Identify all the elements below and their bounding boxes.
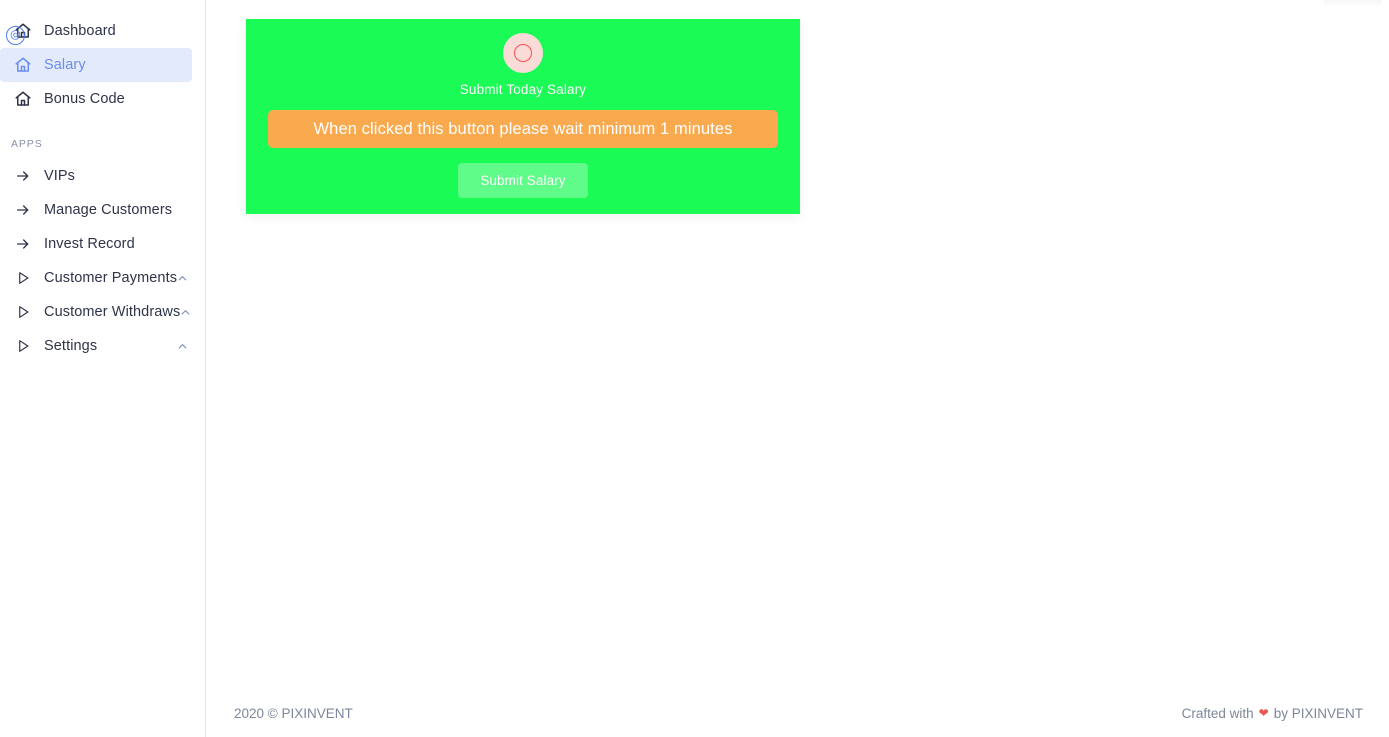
sidebar-item-label: Bonus Code (44, 91, 125, 107)
main-content-area: Submit Today Salary When clicked this bu… (206, 0, 1389, 737)
sidebar-item-invest-record[interactable]: Invest Record (0, 227, 192, 261)
sidebar-item-manage-customers[interactable]: Manage Customers (0, 193, 192, 227)
circle-outline-icon (503, 33, 543, 73)
arrow-right-icon (10, 168, 36, 184)
submit-row: Submit Salary (268, 163, 778, 198)
chevron-up-icon[interactable] (177, 273, 192, 284)
chevron-up-icon[interactable] (177, 341, 192, 352)
sidebar-item-label: Customer Withdraws (44, 304, 181, 320)
sidebar-item-customer-withdraws[interactable]: Customer Withdraws (0, 295, 192, 329)
footer-credit-prefix: Crafted with (1181, 705, 1254, 721)
sidebar-item-settings[interactable]: Settings (0, 329, 192, 363)
arrow-right-icon (10, 202, 36, 218)
chevron-up-icon[interactable] (180, 307, 195, 318)
sidebar-item-label: Salary (44, 57, 86, 73)
sidebar-item-label: VIPs (44, 168, 76, 184)
play-triangle-icon (10, 304, 36, 320)
sidebar-section-label: APPS (11, 138, 43, 150)
app-root: Dashboard Salary Bonus Code @ APPS VIPs … (0, 0, 1389, 737)
sidebar: Dashboard Salary Bonus Code @ APPS VIPs … (0, 0, 206, 737)
home-icon (10, 22, 36, 40)
footer-credit-suffix: by PIXINVENT (1273, 705, 1363, 721)
heart-icon: ❤ (1258, 706, 1269, 720)
sidebar-item-label: Manage Customers (44, 202, 173, 218)
sidebar-apps-nav: VIPs Manage Customers Invest Record Cust… (0, 159, 205, 363)
card-header: Submit Today Salary (268, 33, 778, 97)
play-triangle-icon (10, 338, 36, 354)
avatar-ring (514, 44, 532, 62)
submit-salary-button[interactable]: Submit Salary (458, 163, 588, 198)
sidebar-item-label: Settings (44, 338, 98, 354)
home-icon (10, 90, 36, 108)
sidebar-item-label: Dashboard (44, 23, 116, 39)
sidebar-item-salary[interactable]: Salary (0, 48, 192, 82)
submit-salary-card: Submit Today Salary When clicked this bu… (246, 19, 800, 214)
home-icon (10, 56, 36, 74)
sidebar-item-label: Customer Payments (44, 270, 178, 286)
sidebar-item-dashboard[interactable]: Dashboard (0, 14, 192, 48)
footer: 2020 © PIXINVENT Crafted with ❤ by PIXIN… (206, 689, 1389, 737)
content-wrapper: Submit Today Salary When clicked this bu… (206, 0, 1389, 214)
arrow-right-icon (10, 236, 36, 252)
sidebar-item-vips[interactable]: VIPs (0, 159, 192, 193)
footer-credit: Crafted with ❤ by PIXINVENT (1182, 706, 1363, 721)
sidebar-item-label: Invest Record (44, 236, 135, 252)
footer-copyright: 2020 © PIXINVENT (234, 705, 353, 721)
sidebar-primary-nav: Dashboard Salary Bonus Code (0, 14, 205, 116)
sidebar-item-bonus-code[interactable]: Bonus Code (0, 82, 192, 116)
sidebar-item-customer-payments[interactable]: Customer Payments (0, 261, 192, 295)
wait-warning-button[interactable]: When clicked this button please wait min… (268, 110, 778, 148)
play-triangle-icon (10, 270, 36, 286)
card-subtitle: Submit Today Salary (459, 82, 587, 97)
